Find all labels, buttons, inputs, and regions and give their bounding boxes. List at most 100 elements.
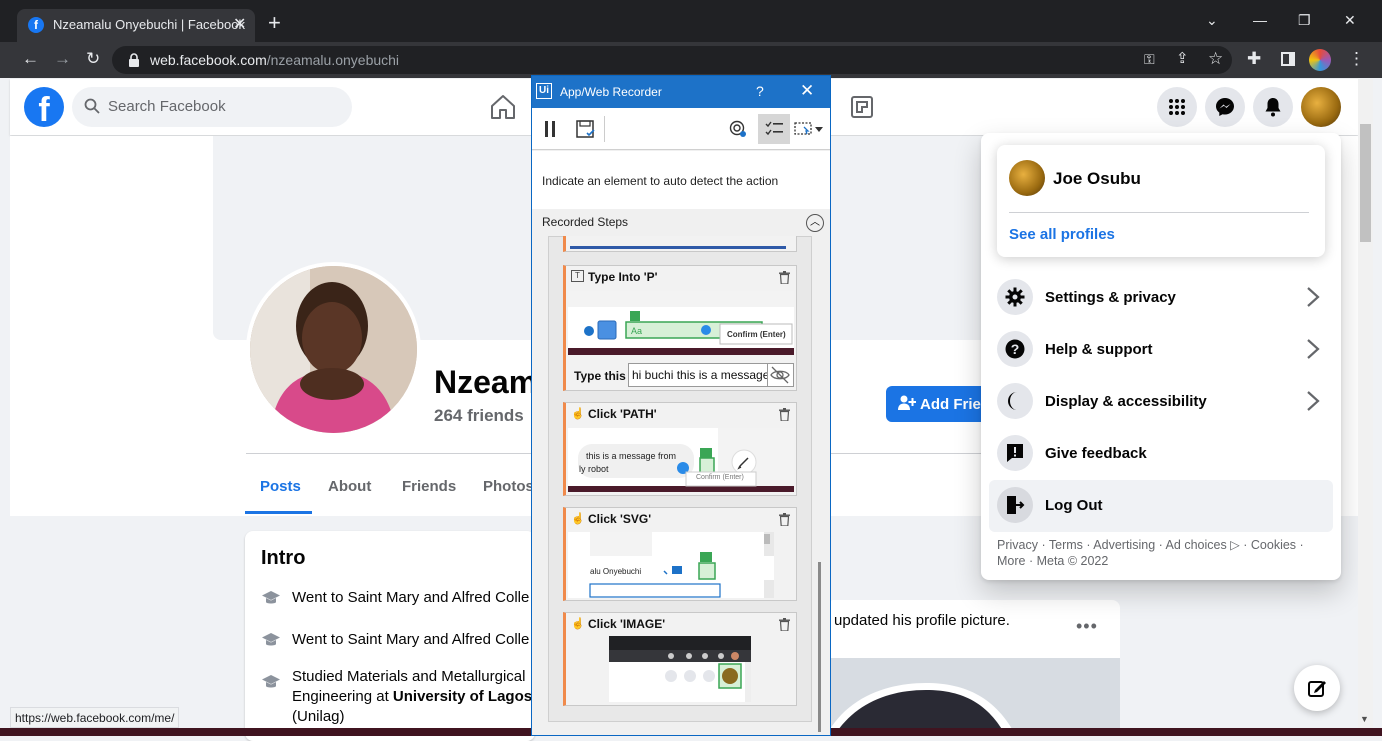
- browser-tab[interactable]: f Nzeamalu Onyebuchi | Facebook ✕: [17, 9, 255, 42]
- step-screenshot: Aa: [568, 291, 794, 355]
- target-icon[interactable]: [729, 120, 747, 138]
- logout-row-highlight[interactable]: [989, 480, 1333, 532]
- recorder-hint: Indicate an element to auto detect the a…: [542, 174, 779, 188]
- friends-count[interactable]: 264 friends: [434, 406, 524, 426]
- see-all-profiles-link[interactable]: See all profiles: [1009, 226, 1115, 243]
- home-icon[interactable]: [489, 94, 517, 120]
- extensions-icon[interactable]: ✚: [1247, 49, 1261, 69]
- moon-icon: [997, 383, 1033, 419]
- tab-search-icon[interactable]: ⌄: [1206, 12, 1218, 29]
- step-title: Type Into 'P': [588, 270, 658, 284]
- status-bar-url: https://web.facebook.com/me/: [10, 707, 180, 728]
- svg-text:Aa: Aa: [631, 326, 642, 336]
- close-tab-icon[interactable]: ✕: [233, 14, 246, 34]
- help-button[interactable]: ?: [756, 83, 764, 99]
- tab-posts[interactable]: Posts: [260, 478, 301, 495]
- side-panel-icon[interactable]: [1281, 52, 1295, 66]
- profile-name: Nzeam: [434, 364, 538, 400]
- post-image[interactable]: [826, 658, 1120, 736]
- gaming-icon[interactable]: [851, 96, 873, 118]
- facebook-favicon-icon: f: [28, 17, 44, 33]
- chevron-right-icon: [1306, 338, 1320, 360]
- graduation-cap-icon: [261, 589, 281, 607]
- trash-icon[interactable]: [779, 618, 790, 631]
- recorder-close-icon[interactable]: ✕: [800, 81, 814, 101]
- trash-icon[interactable]: [779, 513, 790, 526]
- intro-education-item: Went to Saint Mary and Alfred Colle: [292, 589, 530, 606]
- collapse-steps-button[interactable]: ︿: [806, 214, 824, 232]
- window-close-icon[interactable]: ✕: [1344, 12, 1356, 29]
- intro-title: Intro: [261, 547, 306, 569]
- browser-profile-avatar[interactable]: [1309, 49, 1331, 71]
- chevron-right-icon: [1306, 390, 1320, 412]
- lock-icon[interactable]: [128, 53, 140, 67]
- university-link[interactable]: University of Lagos,: [393, 688, 532, 705]
- post-more-icon[interactable]: •••: [1076, 616, 1098, 637]
- footer-line[interactable]: More · Meta © 2022: [997, 553, 1327, 569]
- tab-about[interactable]: About: [328, 478, 371, 495]
- logout-item[interactable]: Log Out: [1045, 497, 1102, 514]
- profile-picture[interactable]: [246, 262, 421, 437]
- new-tab-button[interactable]: +: [268, 12, 281, 34]
- type-text-input[interactable]: hi buchi this is a message: [628, 363, 768, 387]
- facebook-logo[interactable]: f: [24, 87, 64, 127]
- user-name[interactable]: Joe Osubu: [1053, 169, 1141, 189]
- type-this-label: Type this: [574, 369, 626, 383]
- screen-capture-icon[interactable]: [794, 121, 824, 137]
- active-tab-indicator: [245, 511, 312, 514]
- toolbar-separator: [604, 116, 605, 142]
- back-icon[interactable]: ←: [22, 49, 39, 69]
- step-screenshot: [568, 532, 774, 598]
- intro-study-line2: Engineering at University of Lagos,: [292, 687, 532, 707]
- search-input[interactable]: Search Facebook: [108, 98, 226, 115]
- click-icon: ☝: [571, 408, 585, 420]
- new-message-button[interactable]: [1294, 665, 1340, 711]
- hide-text-eye-icon[interactable]: [768, 363, 794, 387]
- question-icon: ?: [997, 331, 1033, 367]
- browser-menu-icon[interactable]: ⋮: [1348, 49, 1365, 69]
- previous-step-tail: [563, 236, 797, 252]
- intro-study-line3: (Unilag): [292, 708, 345, 725]
- recorder-title-bar[interactable]: Ui App/Web Recorder ? ✕: [532, 76, 830, 108]
- click-icon: ☝: [571, 513, 585, 525]
- settings-privacy-item[interactable]: Settings & privacy: [1045, 289, 1176, 306]
- post-text: updated his profile picture.: [834, 612, 1010, 629]
- share-icon[interactable]: ⇪: [1176, 49, 1189, 67]
- trash-icon[interactable]: [779, 408, 790, 421]
- steps-scrollbar[interactable]: [818, 562, 821, 732]
- pause-icon[interactable]: [544, 121, 556, 137]
- step-screenshot: [609, 636, 751, 702]
- give-feedback-item[interactable]: Give feedback: [1045, 445, 1147, 462]
- notifications-bell-icon[interactable]: [1253, 87, 1293, 127]
- restore-icon[interactable]: ❐: [1298, 12, 1311, 29]
- minimize-icon[interactable]: —: [1253, 12, 1267, 28]
- trash-icon[interactable]: [779, 271, 790, 284]
- screenshot-text: ly robot: [579, 464, 609, 474]
- messenger-icon[interactable]: [1205, 87, 1245, 127]
- scroll-down-arrow-icon[interactable]: ▼: [1360, 714, 1369, 724]
- bookmark-star-icon[interactable]: ☆: [1208, 49, 1223, 69]
- step-title: Click 'IMAGE': [588, 617, 666, 631]
- scrollbar-thumb[interactable]: [1360, 124, 1371, 242]
- tab-photos[interactable]: Photos: [483, 478, 534, 495]
- screenshot-text: this is a message from: [586, 451, 677, 461]
- reload-icon[interactable]: ↻: [86, 49, 100, 69]
- step-title: Click 'SVG': [588, 512, 652, 526]
- chevron-right-icon: [1306, 286, 1320, 308]
- save-icon[interactable]: [576, 120, 596, 138]
- search-icon: [84, 98, 100, 114]
- forward-icon[interactable]: →: [54, 49, 71, 69]
- feedback-icon: [997, 435, 1033, 471]
- footer-links[interactable]: Privacy · Terms · Advertising · Ad choic…: [997, 537, 1327, 569]
- uipath-logo-icon: Ui: [536, 83, 552, 99]
- footer-line[interactable]: Privacy · Terms · Advertising · Ad choic…: [997, 537, 1327, 553]
- tab-friends[interactable]: Friends: [402, 478, 456, 495]
- key-icon[interactable]: ⚿: [1144, 51, 1155, 68]
- menu-grid-icon[interactable]: [1157, 87, 1197, 127]
- display-accessibility-item[interactable]: Display & accessibility: [1045, 393, 1207, 410]
- account-avatar[interactable]: [1301, 87, 1341, 127]
- add-friend-button[interactable]: Add Frien: [886, 386, 996, 422]
- help-support-item[interactable]: Help & support: [1045, 341, 1153, 358]
- user-avatar: [1009, 160, 1045, 196]
- graduation-cap-icon: [261, 673, 281, 691]
